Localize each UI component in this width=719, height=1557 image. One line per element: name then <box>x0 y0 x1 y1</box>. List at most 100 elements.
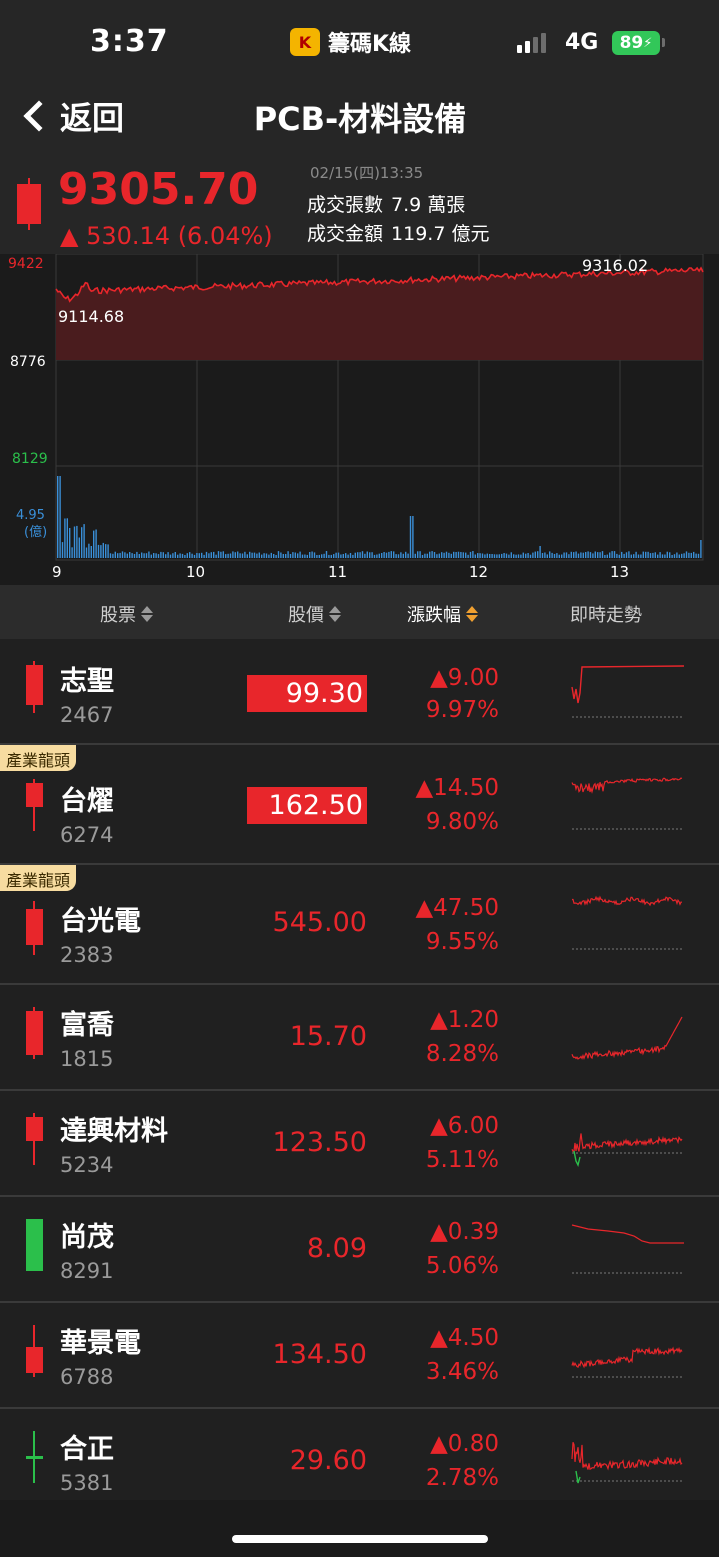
volume-bar <box>268 554 270 558</box>
stock-row[interactable]: 產業龍頭 台光電 2383 545.00 ▲47.50 9.55% <box>0 865 719 985</box>
stock-change-pct: 9.80% <box>425 809 499 835</box>
volume-bar <box>287 551 289 558</box>
volume-bar <box>297 553 299 558</box>
amount-row: 成交金額 119.7 億元 <box>307 219 489 246</box>
volume-bar <box>503 553 505 558</box>
volume-bar <box>539 546 541 558</box>
volume-bar <box>361 551 364 558</box>
stock-row[interactable]: 華景電 6788 134.50 ▲4.50 3.46% <box>0 1303 719 1409</box>
stock-code: 1815 <box>60 1047 114 1071</box>
volume-bar <box>633 554 635 558</box>
volume-bar <box>174 552 176 558</box>
volume-bar <box>623 553 625 558</box>
volume-bar <box>373 554 376 558</box>
volume-bar <box>246 554 248 558</box>
stock-row[interactable]: 合正 5381 29.60 ▲0.80 2.78% <box>0 1409 719 1501</box>
volume-bar <box>585 552 587 558</box>
volume-bar <box>330 554 332 558</box>
volume-bar <box>460 552 462 558</box>
volume-bar <box>292 552 294 558</box>
volume-bar <box>606 554 608 558</box>
volume-bar <box>205 551 208 558</box>
volume-bar <box>201 552 203 558</box>
volume-bar <box>342 554 344 558</box>
volume-bar <box>172 553 174 558</box>
status-bar: 3:37 K 籌碼K線 4G 89 ⚡ <box>0 0 719 82</box>
intraday-chart[interactable]: 9422 8776 8129 9316.02 9114.68 4.95 (億) … <box>0 254 719 585</box>
home-indicator[interactable] <box>232 1535 488 1543</box>
stock-row[interactable]: 達興材料 5234 123.50 ▲6.00 5.11% <box>0 1091 719 1197</box>
volume-bar <box>148 551 150 558</box>
volume-bar <box>143 553 145 558</box>
battery-icon: 89 ⚡ <box>612 31 660 55</box>
stock-change-pct: 2.78% <box>425 1465 499 1491</box>
volume-bar <box>424 553 426 558</box>
volume-bar <box>625 552 628 558</box>
volume-bar <box>258 552 260 558</box>
industry-leader-badge: 產業龍頭 <box>0 745 77 771</box>
volume-bar <box>575 551 577 558</box>
volume-bar <box>541 553 544 558</box>
volume-bar <box>328 554 330 558</box>
volume-bar <box>383 552 385 558</box>
candle-icon <box>22 901 46 955</box>
sparkline <box>571 1224 684 1274</box>
app-logo-icon: K <box>290 28 320 56</box>
amount-label: 成交金額 <box>307 223 384 245</box>
volume-bar <box>369 552 371 558</box>
volume-bar <box>318 554 320 558</box>
volume-bar <box>549 551 551 558</box>
volume-bar <box>570 551 572 558</box>
stock-code: 5381 <box>60 1471 114 1495</box>
volume-bar <box>217 551 220 558</box>
stock-row[interactable]: 志聖 2467 99.30 ▲9.00 9.97% <box>0 639 719 745</box>
stock-row[interactable]: 產業龍頭 台燿 6274 162.50 ▲14.50 9.80% <box>0 745 719 865</box>
volume-unit-label: (億) <box>24 524 47 540</box>
back-label: 返回 <box>60 99 125 137</box>
back-button[interactable]: 返回 <box>18 90 124 142</box>
stock-row[interactable]: 富喬 1815 15.70 ▲1.20 8.28% <box>0 985 719 1091</box>
stock-change-pct: 8.28% <box>425 1041 499 1067</box>
battery-level: 89 <box>619 33 644 53</box>
sort-by-stock-button[interactable]: 股票 <box>100 601 153 627</box>
sort-active-icon <box>466 606 478 622</box>
volume-bar <box>193 554 196 558</box>
volume-bar <box>251 552 253 558</box>
volume-bar <box>553 554 556 558</box>
volume-bar <box>613 551 616 558</box>
stock-change: ▲0.80 <box>430 1431 499 1457</box>
volume-bar <box>645 551 647 558</box>
volume-bar <box>234 552 236 558</box>
candle-icon <box>22 1431 46 1483</box>
volume-bar <box>426 553 428 558</box>
volume-bar <box>277 551 280 558</box>
volume-bar <box>700 540 702 558</box>
volume-bar <box>321 554 323 558</box>
stock-name: 台燿 <box>60 786 114 817</box>
volume-bar <box>100 545 102 558</box>
volume-bar <box>59 476 61 558</box>
industry-leader-badge: 產業龍頭 <box>0 865 77 891</box>
stock-change-pct: 9.55% <box>425 929 499 955</box>
volume-bar <box>457 551 460 558</box>
bottom-safe-area <box>0 1500 719 1557</box>
sparkline <box>571 665 685 718</box>
volume-bar <box>229 553 232 558</box>
volume-bar <box>145 553 148 558</box>
volume-bar <box>532 552 534 558</box>
volume-bar <box>83 524 85 558</box>
volume-bar <box>472 551 474 558</box>
amount-value: 119.7 億元 <box>391 223 490 245</box>
stock-change-pct: 5.11% <box>425 1147 499 1173</box>
volume-bar <box>493 554 496 558</box>
sort-by-change-button[interactable]: 漲跌幅 <box>407 601 478 627</box>
volume-bar <box>580 552 582 558</box>
volume-bar <box>388 551 390 558</box>
volume-bar <box>630 554 632 558</box>
col-stock-label: 股票 <box>100 605 136 626</box>
sort-by-price-button[interactable]: 股價 <box>288 601 341 627</box>
volume-bar <box>155 553 157 558</box>
volume-bar <box>414 553 416 558</box>
volume-bar <box>678 554 680 558</box>
stock-row[interactable]: 尚茂 8291 8.09 ▲0.39 5.06% <box>0 1197 719 1303</box>
